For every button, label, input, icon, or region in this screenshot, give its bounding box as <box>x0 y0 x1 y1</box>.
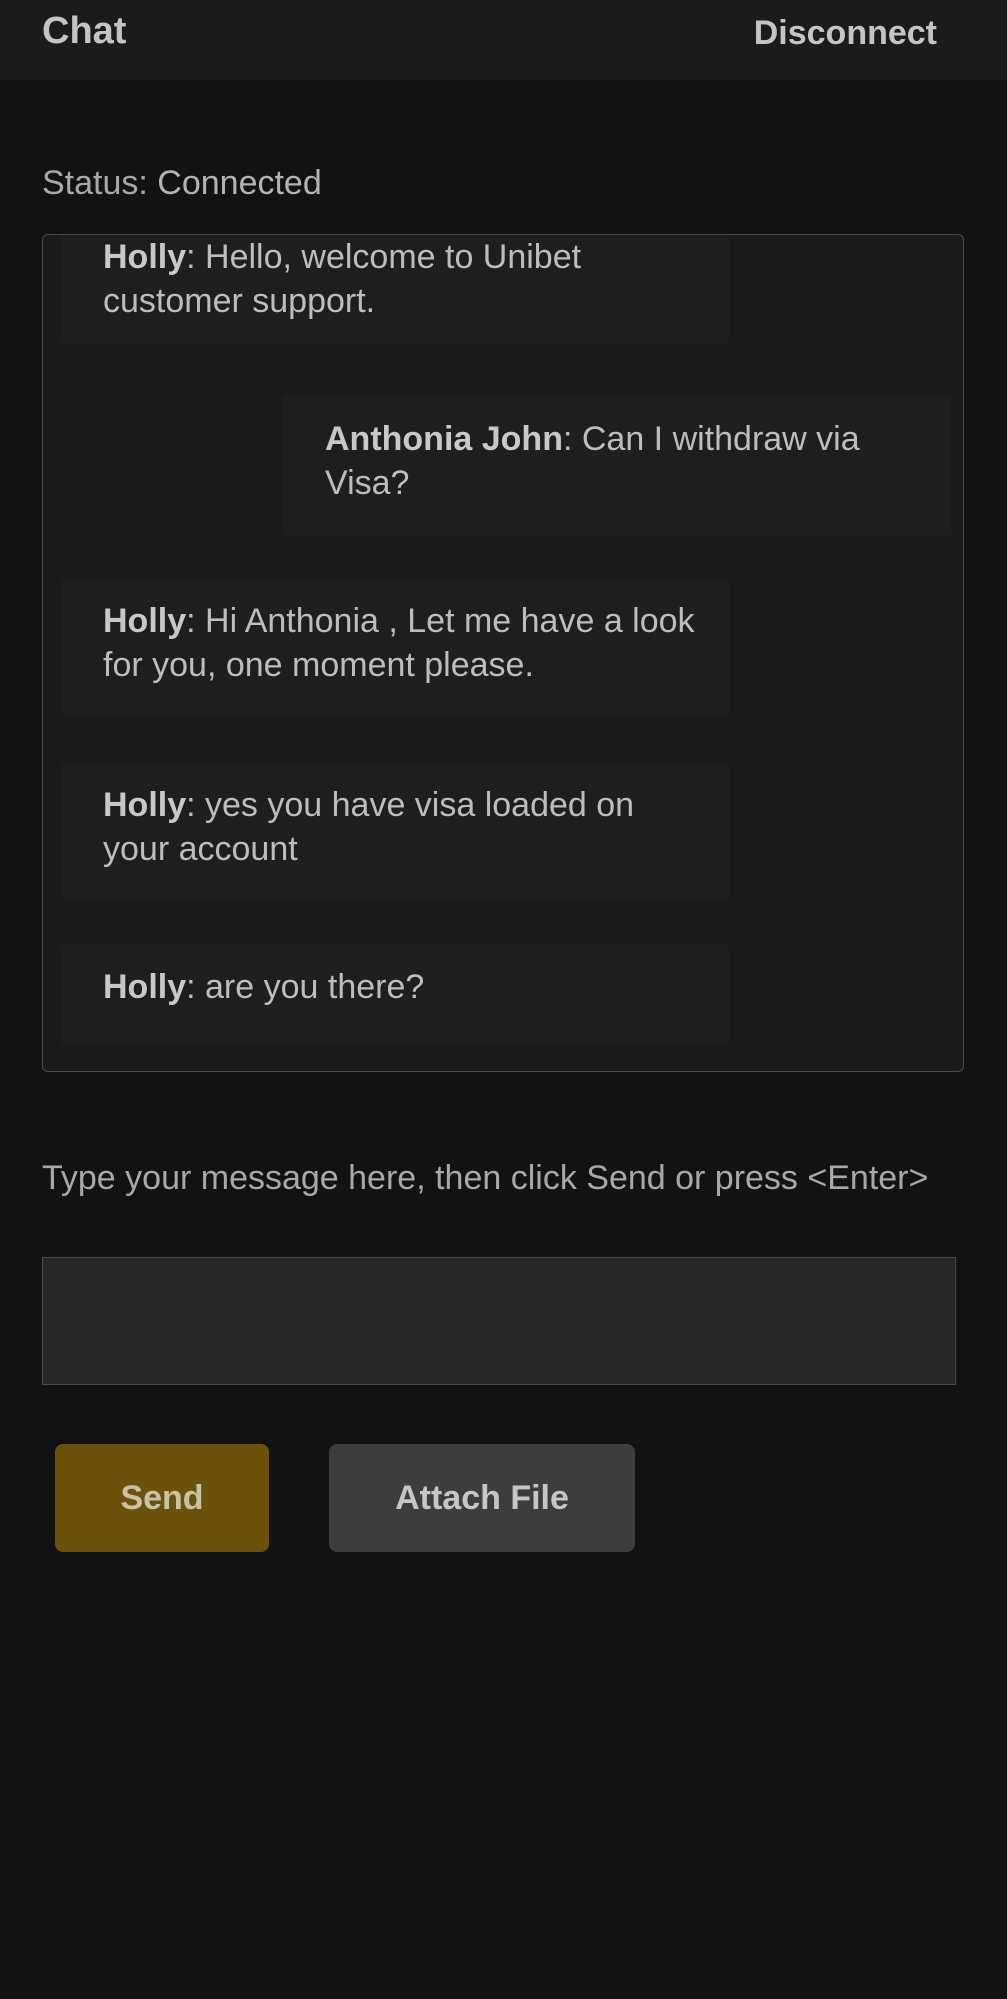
chat-message: Holly: Hi Anthonia , Let me have a look … <box>61 579 729 715</box>
message-text: : are you there? <box>186 968 425 1006</box>
chat-message: Holly: Hello, welcome to Unibet customer… <box>61 235 729 343</box>
chat-message: Anthonia John: Can I withdraw via Visa? <box>283 395 951 535</box>
message-author: Holly <box>103 786 187 824</box>
chat-transcript[interactable]: Holly: Hello, welcome to Unibet customer… <box>42 234 964 1072</box>
send-button[interactable]: Send <box>55 1444 269 1552</box>
disconnect-button[interactable]: Disconnect <box>754 14 937 53</box>
message-text: : Hi Anthonia , Let me have a look for y… <box>103 602 695 684</box>
status-value: Connected <box>157 164 322 202</box>
chat-message: Holly: are you there? <box>61 945 729 1045</box>
message-author: Holly <box>103 602 187 640</box>
page-title: Chat <box>42 10 127 52</box>
message-author: Anthonia John <box>325 420 563 458</box>
attach-file-button[interactable]: Attach File <box>329 1444 635 1552</box>
chat-header: Chat Disconnect <box>0 0 1007 80</box>
connection-status: Status: Connected <box>42 164 322 203</box>
message-input[interactable] <box>42 1257 956 1385</box>
chat-message: Holly: yes you have visa loaded on your … <box>61 763 729 899</box>
composer-instructions: Type your message here, then click Send … <box>42 1159 929 1197</box>
message-author: Holly <box>103 238 187 276</box>
status-label: Status: <box>42 164 158 202</box>
message-author: Holly <box>103 968 187 1006</box>
